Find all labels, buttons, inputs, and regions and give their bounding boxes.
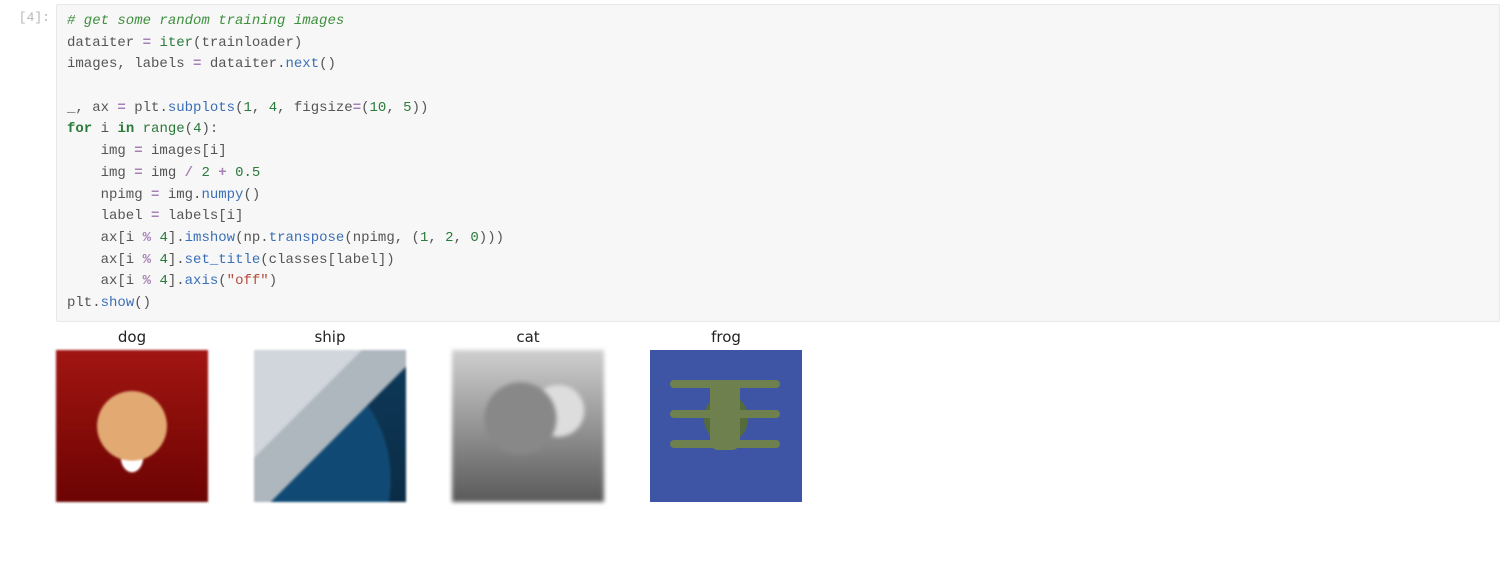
subplot: cat — [452, 328, 604, 502]
subplot-image-frog — [650, 350, 802, 502]
subplot: frog — [650, 328, 802, 502]
subplot-image-dog — [56, 350, 208, 502]
notebook-input-cell: [4]: # get some random training images d… — [0, 0, 1508, 322]
subplot: ship — [254, 328, 406, 502]
subplot-title: dog — [56, 328, 208, 346]
code-text[interactable]: # get some random training images datait… — [67, 11, 1489, 315]
subplot-image-cat — [452, 350, 604, 502]
output-figure: dog ship cat frog — [0, 322, 1508, 508]
input-prompt: [4]: — [0, 4, 56, 25]
subplot-title: cat — [452, 328, 604, 346]
subplot: dog — [56, 328, 208, 502]
subplot-title: ship — [254, 328, 406, 346]
subplot-title: frog — [650, 328, 802, 346]
code-editor[interactable]: # get some random training images datait… — [56, 4, 1500, 322]
subplot-image-ship — [254, 350, 406, 502]
